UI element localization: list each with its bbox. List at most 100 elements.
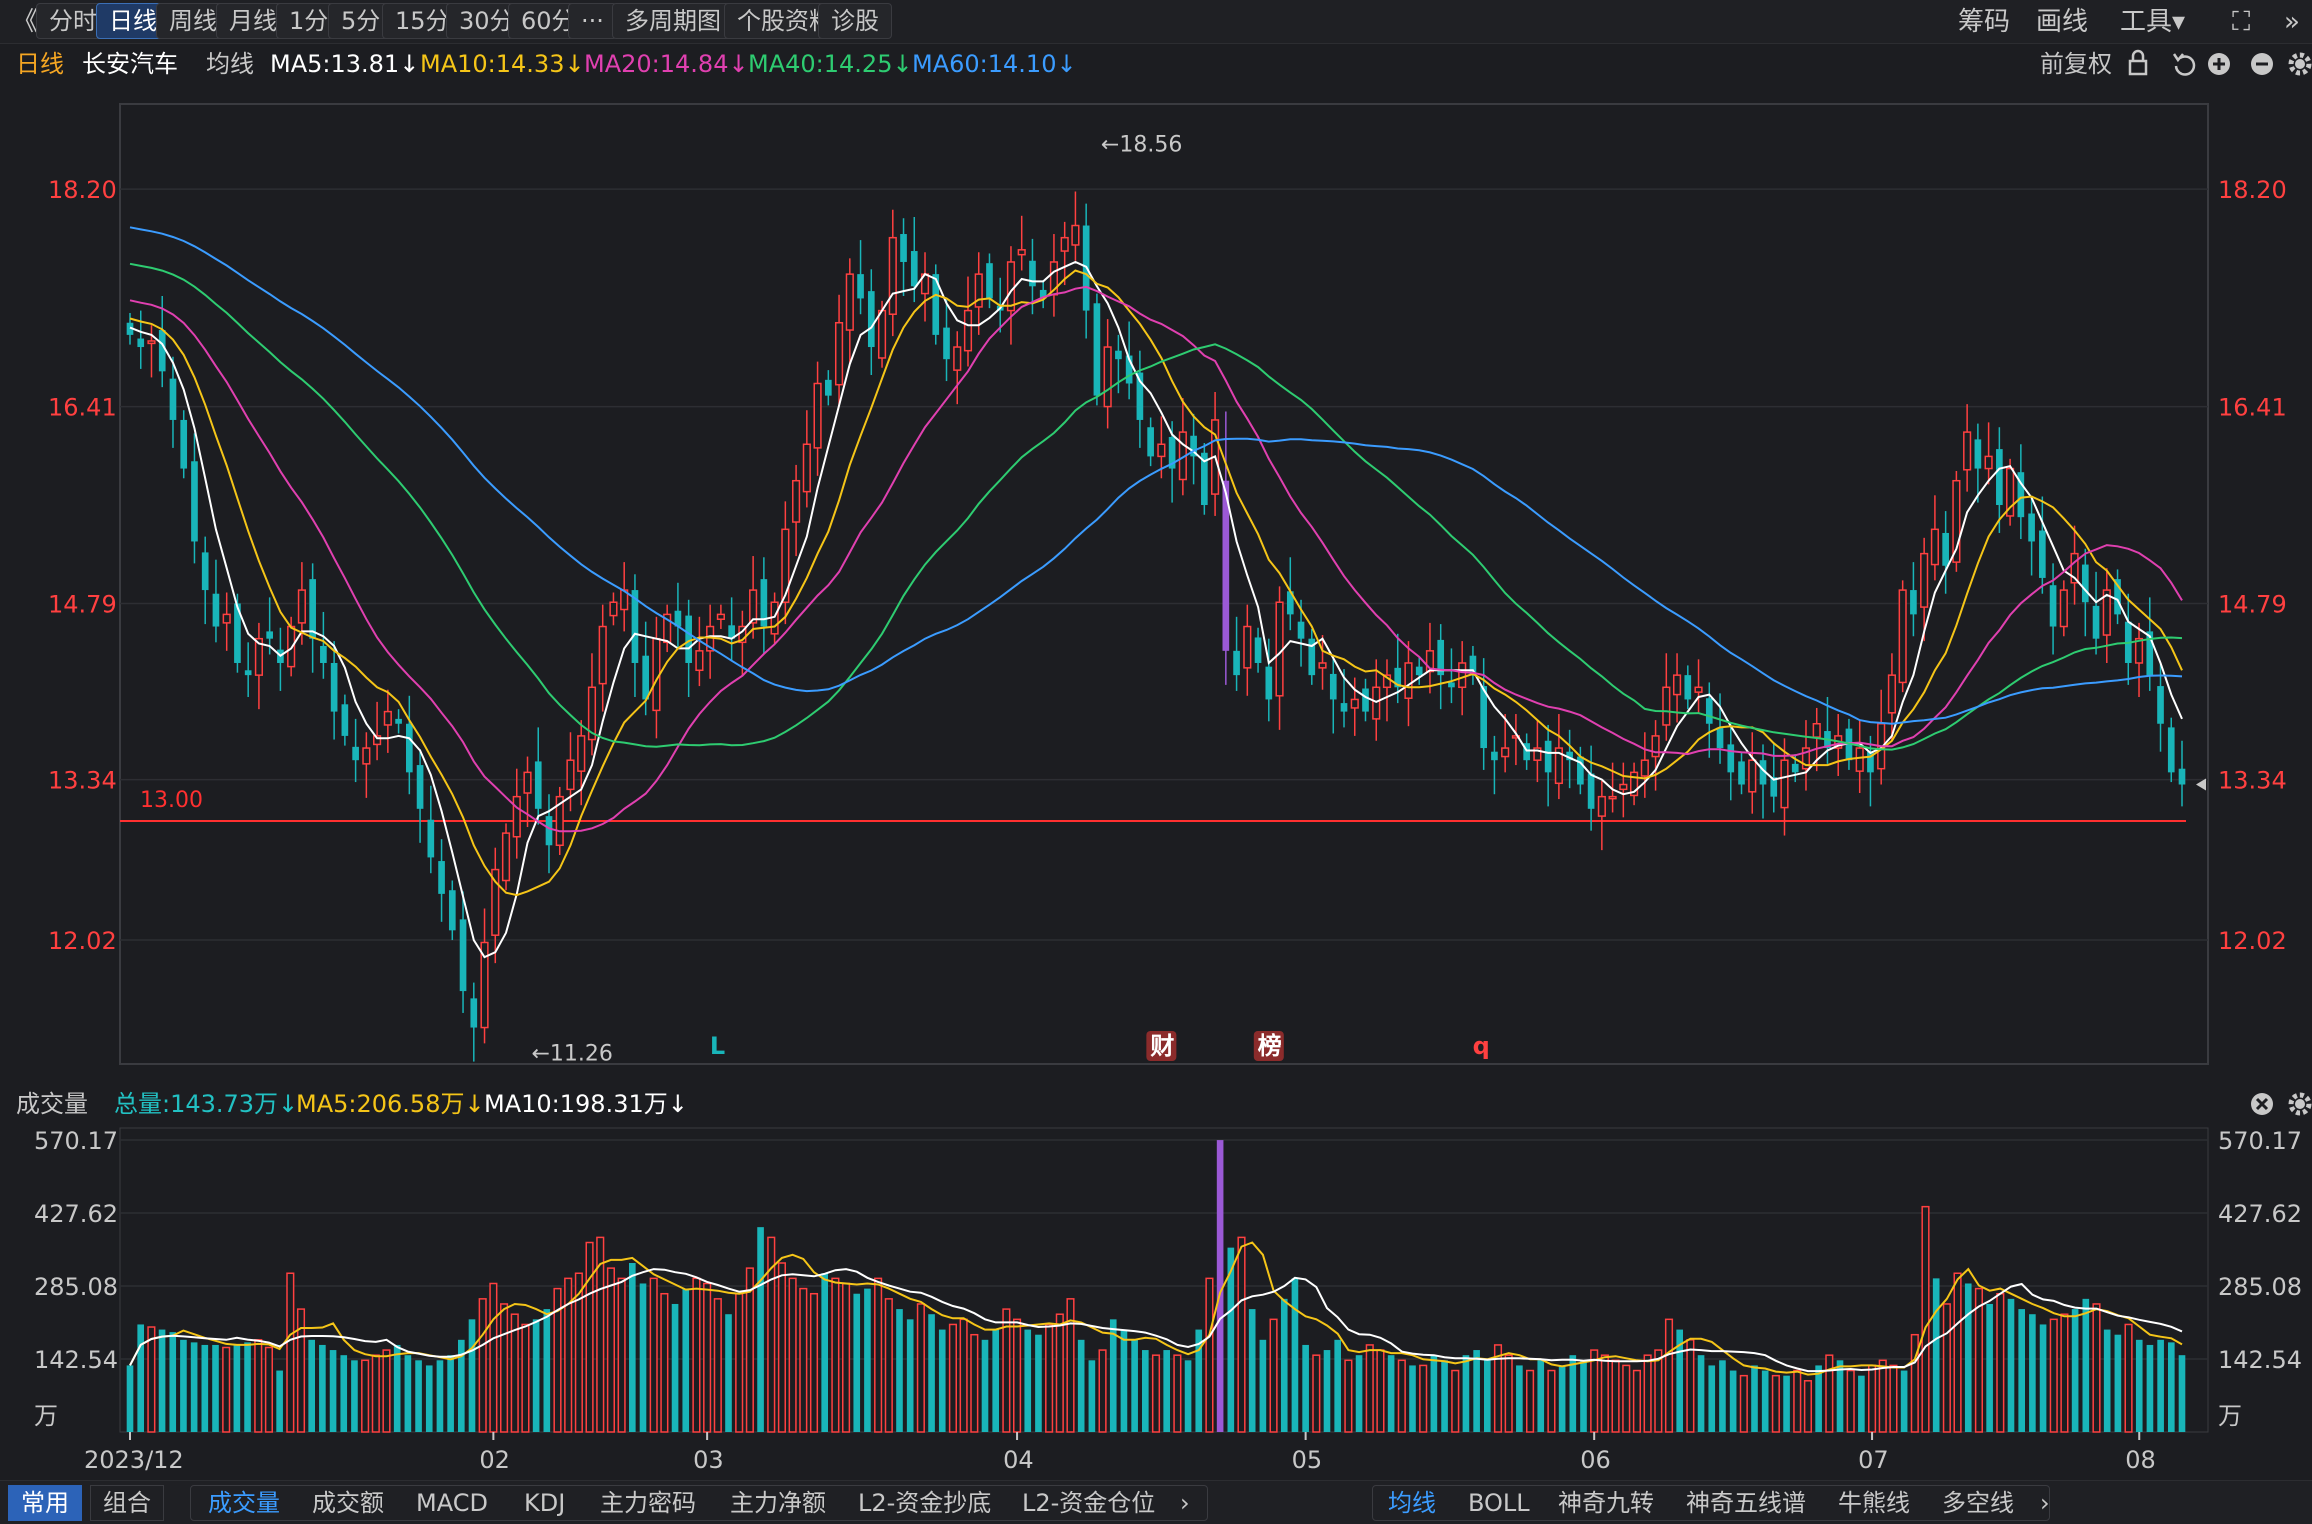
volume-bar[interactable] <box>1569 1355 1577 1432</box>
volume-bar[interactable] <box>1516 1365 1523 1432</box>
volume-bar[interactable] <box>1836 1360 1844 1432</box>
volume-bar[interactable] <box>2092 1303 2101 1433</box>
volume-bar[interactable] <box>2178 1355 2186 1432</box>
volume-bar[interactable] <box>1643 1354 1652 1433</box>
volume-bar[interactable] <box>1932 1278 1940 1432</box>
volume-bar[interactable] <box>757 1227 764 1432</box>
volume-bar[interactable] <box>959 1318 968 1433</box>
price-chart[interactable]: 18.20 18.20 16.41 16.41 14.79 14.79 13.34 13.34… <box>0 84 2312 1068</box>
volume-bar[interactable] <box>1900 1370 1908 1432</box>
volume-bar[interactable] <box>499 1303 509 1433</box>
volume-bar[interactable] <box>1045 1323 1054 1433</box>
event-marker[interactable]: 财 <box>1146 1031 1177 1061</box>
volume-bar[interactable] <box>1697 1355 1705 1432</box>
indicator-2[interactable]: MACD <box>416 1485 488 1521</box>
candle[interactable] <box>501 823 511 891</box>
volume-bar[interactable] <box>1825 1354 1834 1433</box>
volume-bar[interactable] <box>1664 1318 1674 1433</box>
volume-bar[interactable] <box>147 1326 156 1433</box>
volume-bar[interactable] <box>1751 1365 1758 1432</box>
volume-bar[interactable] <box>393 1344 401 1432</box>
volume-bar[interactable] <box>1974 1287 1984 1433</box>
overlay-1[interactable]: BOLL <box>1468 1485 1530 1521</box>
volume-bar[interactable] <box>180 1339 187 1432</box>
volume-bar[interactable] <box>970 1333 979 1433</box>
candle[interactable] <box>1093 293 1101 406</box>
volume-bar[interactable] <box>1600 1354 1609 1433</box>
indicator-5[interactable]: 主力净额 <box>730 1485 826 1521</box>
volume-bar[interactable] <box>703 1282 712 1433</box>
volume-bar[interactable] <box>1590 1349 1599 1433</box>
volume-bar[interactable] <box>2124 1323 2133 1433</box>
volume-bar[interactable] <box>1537 1360 1545 1432</box>
volume-bar[interactable] <box>361 1359 370 1433</box>
volume-bar[interactable] <box>532 1319 540 1432</box>
volume-bar[interactable] <box>1921 1205 1930 1433</box>
event-marker[interactable]: 榜 <box>1253 1031 1284 1061</box>
volume-bar[interactable] <box>1867 1364 1877 1433</box>
volume-bar[interactable] <box>543 1309 551 1432</box>
volume-bar[interactable] <box>1237 1236 1246 1433</box>
volume-bar[interactable] <box>864 1288 871 1432</box>
undo-icon[interactable] <box>2172 53 2196 76</box>
volume-bar[interactable] <box>1365 1344 1374 1433</box>
volume-bar[interactable] <box>1846 1369 1855 1433</box>
volume-bar[interactable] <box>212 1344 219 1432</box>
back-icon[interactable]: 《 <box>12 4 38 40</box>
volume-bar[interactable] <box>126 1365 134 1432</box>
volume-bar[interactable] <box>1558 1365 1566 1432</box>
volume-bar[interactable] <box>190 1342 198 1432</box>
volume-bar[interactable] <box>436 1360 444 1432</box>
ma-legend-item-4[interactable]: MA60:14.10↓ <box>912 46 1077 82</box>
volume-bar[interactable] <box>928 1314 935 1432</box>
volume-bar[interactable] <box>692 1277 701 1433</box>
overlay-more-icon[interactable]: › <box>2040 1485 2050 1521</box>
volume-bar[interactable] <box>1291 1278 1299 1432</box>
volume-bar[interactable] <box>1151 1354 1161 1433</box>
volume-bar[interactable] <box>1803 1380 1813 1433</box>
volume-bar[interactable] <box>1858 1375 1865 1432</box>
volume-bar[interactable] <box>1024 1329 1032 1432</box>
volume-bar[interactable] <box>660 1292 669 1433</box>
volume-bar[interactable] <box>1248 1309 1256 1432</box>
volume-bar[interactable] <box>735 1292 744 1433</box>
volume-bar[interactable] <box>896 1309 903 1432</box>
volume-bar[interactable] <box>916 1303 925 1433</box>
volume-bar[interactable] <box>981 1339 989 1432</box>
volume-bar[interactable] <box>2071 1309 2079 1432</box>
group-tab-0[interactable]: 常用 <box>8 1485 82 1521</box>
overlay-2[interactable]: 神奇九转 <box>1558 1485 1654 1521</box>
volume-bar[interactable] <box>1632 1369 1642 1433</box>
indicator-3[interactable]: KDJ <box>524 1485 565 1521</box>
volume-bar[interactable] <box>1525 1369 1535 1433</box>
tab-9[interactable]: ··· <box>568 3 617 39</box>
volume-bar[interactable] <box>2007 1298 2015 1432</box>
volume-bar[interactable] <box>1397 1359 1406 1433</box>
volume-bar[interactable] <box>606 1267 616 1433</box>
volume-bar[interactable] <box>1344 1359 1353 1433</box>
ma-legend-item-2[interactable]: MA20:14.84↓ <box>584 46 749 82</box>
volume-bar[interactable] <box>478 1298 487 1433</box>
group-tab-1[interactable]: 组合 <box>90 1485 164 1521</box>
volume-bar[interactable] <box>1739 1374 1748 1433</box>
volume-bar[interactable] <box>222 1346 231 1433</box>
volume-bar[interactable] <box>788 1277 797 1433</box>
volume-bar[interactable] <box>1996 1292 2005 1433</box>
volume-bar[interactable] <box>286 1272 295 1433</box>
volume-bar[interactable] <box>1323 1350 1331 1432</box>
tools-button[interactable]: 工具▾ <box>2120 4 2185 40</box>
volume-bar[interactable] <box>884 1298 893 1433</box>
volume-bar[interactable] <box>585 1241 594 1433</box>
volume-bar[interactable] <box>938 1329 946 1432</box>
volume-bar[interactable] <box>777 1262 787 1433</box>
volume-bar[interactable] <box>382 1349 391 1433</box>
volume-bar[interactable] <box>329 1350 337 1432</box>
volume-bar[interactable] <box>1441 1360 1448 1432</box>
volume-bar[interactable] <box>1269 1318 1278 1433</box>
volume-bar[interactable] <box>1419 1364 1428 1433</box>
volume-bar[interactable] <box>2103 1329 2111 1432</box>
candle[interactable] <box>1201 443 1208 515</box>
volume-bar[interactable] <box>351 1360 358 1432</box>
volume-bar[interactable] <box>1611 1359 1620 1433</box>
volume-bar[interactable] <box>319 1344 326 1432</box>
